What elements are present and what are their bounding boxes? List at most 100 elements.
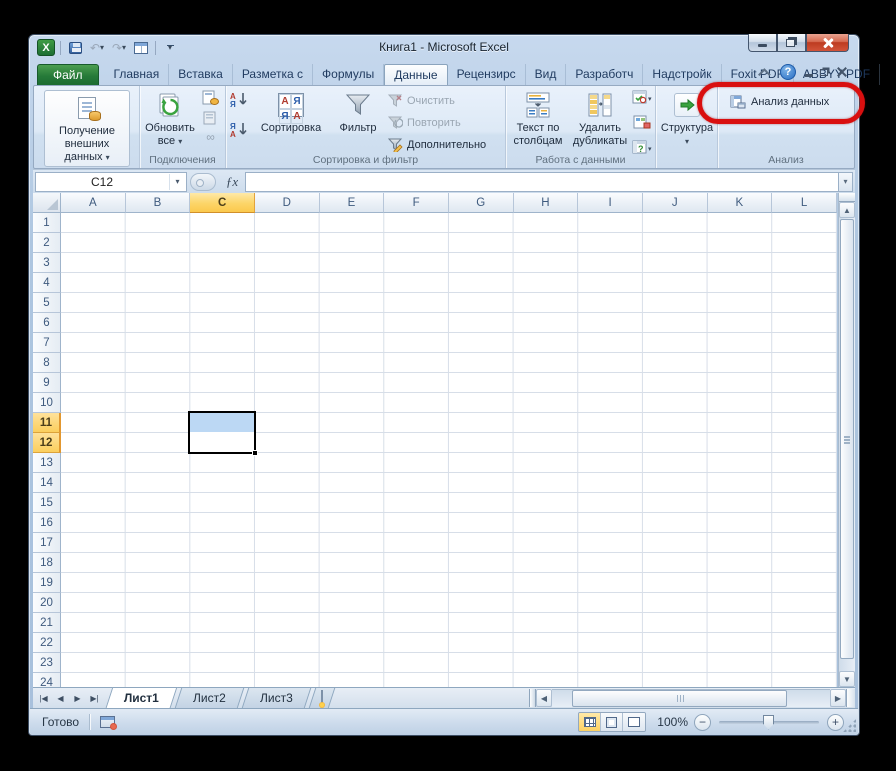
vertical-split-handle[interactable] [839, 193, 855, 202]
row-header-22[interactable]: 22 [33, 633, 61, 653]
page-layout-view-button[interactable] [601, 713, 623, 731]
tab-view[interactable]: Вид [526, 64, 567, 85]
restore-button[interactable] [777, 34, 806, 52]
row-header-8[interactable]: 8 [33, 353, 61, 373]
horizontal-scrollbar[interactable]: ◀ ▶ [536, 689, 846, 707]
sheet-tab-Лист2[interactable]: Лист2 [175, 688, 244, 708]
page-break-view-button[interactable] [623, 713, 645, 731]
column-header-K[interactable]: K [708, 193, 773, 213]
row-header-14[interactable]: 14 [33, 473, 61, 493]
zoom-in-button[interactable]: + [827, 714, 844, 731]
tab-file[interactable]: Файл [37, 64, 99, 85]
outline-button[interactable]: Структура ▾ [659, 90, 715, 148]
consolidate-button[interactable] [632, 115, 652, 135]
fill-handle[interactable] [252, 450, 258, 456]
expand-formula-bar-icon[interactable]: ▾ [838, 172, 853, 192]
row-header-21[interactable]: 21 [33, 613, 61, 633]
tab-add-ins[interactable]: Надстройк [643, 64, 721, 85]
edit-links-icon[interactable]: ∞ [202, 130, 219, 146]
selected-cell-c11[interactable] [190, 413, 254, 432]
minimize-button[interactable] [748, 34, 777, 52]
row-header-1[interactable]: 1 [33, 213, 61, 233]
record-macro-icon[interactable] [100, 716, 115, 728]
row-header-15[interactable]: 15 [33, 493, 61, 513]
help-icon[interactable]: ? [780, 64, 796, 80]
column-header-C[interactable]: C [190, 193, 255, 213]
text-to-columns-button[interactable]: Текст по столбцам [508, 90, 568, 148]
row-header-10[interactable]: 10 [33, 393, 61, 413]
row-header-24[interactable]: 24 [33, 673, 61, 687]
row-header-2[interactable]: 2 [33, 233, 61, 253]
sort-ascending-button[interactable]: АЯ [230, 91, 248, 113]
row-header-13[interactable]: 13 [33, 453, 61, 473]
column-header-L[interactable]: L [772, 193, 837, 213]
selection-box[interactable] [188, 411, 256, 454]
reapply-filter-button[interactable]: Повторить [388, 113, 486, 133]
formula-input[interactable] [245, 172, 838, 192]
workbook-restore-button[interactable] [822, 69, 828, 76]
first-sheet-icon[interactable]: |◀ [36, 691, 51, 706]
row-header-3[interactable]: 3 [33, 253, 61, 273]
row-header-17[interactable]: 17 [33, 533, 61, 553]
sort-button[interactable]: АЯЯА Сортировка [254, 90, 328, 135]
row-header-20[interactable]: 20 [33, 593, 61, 613]
workbook-close-button[interactable] [837, 67, 847, 77]
scroll-up-icon[interactable]: ▲ [839, 202, 855, 218]
row-header-18[interactable]: 18 [33, 553, 61, 573]
name-box-dropdown-icon[interactable]: ▾ [169, 174, 185, 190]
row-header-19[interactable]: 19 [33, 573, 61, 593]
insert-function-button[interactable]: ƒx [219, 172, 245, 192]
refresh-all-button[interactable]: Обновить все ▾ [142, 90, 198, 148]
horizontal-scroll-thumb[interactable] [572, 690, 787, 707]
zoom-out-button[interactable]: − [694, 714, 711, 731]
column-header-D[interactable]: D [255, 193, 320, 213]
tab-developer[interactable]: Разработч [566, 64, 643, 85]
workbook-minimize-button[interactable] [805, 67, 813, 77]
column-header-H[interactable]: H [514, 193, 579, 213]
zoom-level[interactable]: 100% [652, 715, 688, 729]
remove-duplicates-button[interactable]: Удалить дубликаты [570, 90, 630, 148]
vertical-scrollbar[interactable]: ▲ ▼ [838, 193, 855, 687]
sheet-tab-Лист1[interactable]: Лист1 [106, 687, 178, 708]
name-box[interactable]: C12 ▾ [35, 172, 187, 192]
zoom-slider[interactable] [719, 721, 819, 724]
connection-properties-button[interactable] [202, 90, 219, 106]
row-header-23[interactable]: 23 [33, 653, 61, 673]
sort-descending-button[interactable]: ЯА [230, 121, 248, 143]
tab-home[interactable]: Главная [105, 64, 170, 85]
row-header-11[interactable]: 11 [33, 413, 61, 433]
horizontal-scroll-track[interactable] [552, 689, 830, 707]
row-header-4[interactable]: 4 [33, 273, 61, 293]
column-header-G[interactable]: G [449, 193, 514, 213]
tab-scroll-splitter[interactable] [529, 689, 536, 707]
row-header-16[interactable]: 16 [33, 513, 61, 533]
column-header-J[interactable]: J [643, 193, 708, 213]
cell-grid[interactable] [61, 213, 837, 687]
scroll-down-icon[interactable]: ▼ [839, 671, 855, 687]
zoom-slider-thumb[interactable] [763, 715, 774, 730]
vertical-scroll-thumb[interactable] [840, 219, 854, 659]
close-button[interactable] [806, 34, 849, 52]
normal-view-button[interactable] [579, 713, 601, 731]
column-header-F[interactable]: F [384, 193, 449, 213]
tab-review[interactable]: Рецензирс [448, 64, 526, 85]
filter-button[interactable]: Фильтр [332, 90, 384, 135]
row-header-9[interactable]: 9 [33, 373, 61, 393]
tab-formulas[interactable]: Формулы [313, 64, 384, 85]
row-header-6[interactable]: 6 [33, 313, 61, 333]
row-header-12[interactable]: 12 [33, 433, 61, 453]
last-sheet-icon[interactable]: ▶| [87, 691, 102, 706]
row-header-7[interactable]: 7 [33, 333, 61, 353]
get-external-data-button[interactable]: Получение внешних данных ▾ [44, 90, 130, 167]
tab-data[interactable]: Данные [384, 64, 447, 85]
next-sheet-icon[interactable]: ▶ [70, 691, 85, 706]
tab-page-layout[interactable]: Разметка с [233, 64, 313, 85]
column-header-E[interactable]: E [320, 193, 385, 213]
column-header-A[interactable]: A [61, 193, 126, 213]
scroll-right-icon[interactable]: ▶ [830, 689, 846, 707]
scroll-left-icon[interactable]: ◀ [536, 689, 552, 707]
sheet-tab-Лист3[interactable]: Лист3 [242, 688, 311, 708]
horizontal-split-handle[interactable] [846, 689, 855, 707]
prev-sheet-icon[interactable]: ◀ [53, 691, 68, 706]
data-analysis-button[interactable]: Анализ данных [730, 92, 829, 112]
